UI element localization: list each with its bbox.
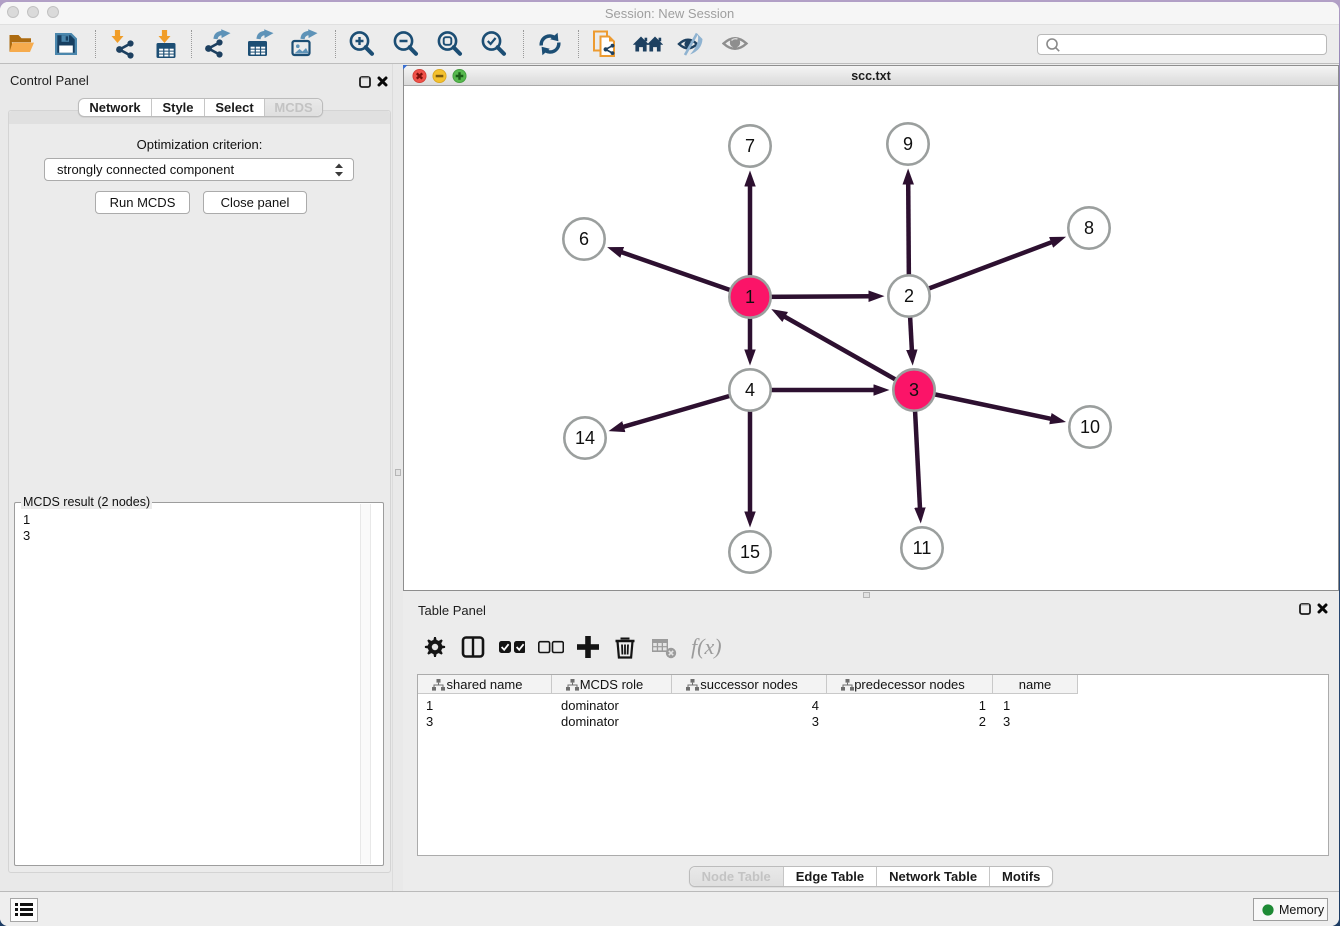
svg-text:10: 10: [1080, 417, 1100, 437]
svg-text:3: 3: [909, 380, 919, 400]
svg-text:8: 8: [1084, 218, 1094, 238]
svg-text:15: 15: [740, 542, 760, 562]
svg-text:9: 9: [903, 134, 913, 154]
svg-text:7: 7: [745, 136, 755, 156]
svg-text:11: 11: [913, 538, 932, 558]
svg-text:6: 6: [579, 229, 589, 249]
svg-text:2: 2: [904, 286, 914, 306]
svg-text:1: 1: [745, 287, 755, 307]
svg-text:14: 14: [575, 428, 595, 448]
svg-text:4: 4: [745, 380, 755, 400]
svg-text:f(x): f(x): [691, 634, 722, 659]
